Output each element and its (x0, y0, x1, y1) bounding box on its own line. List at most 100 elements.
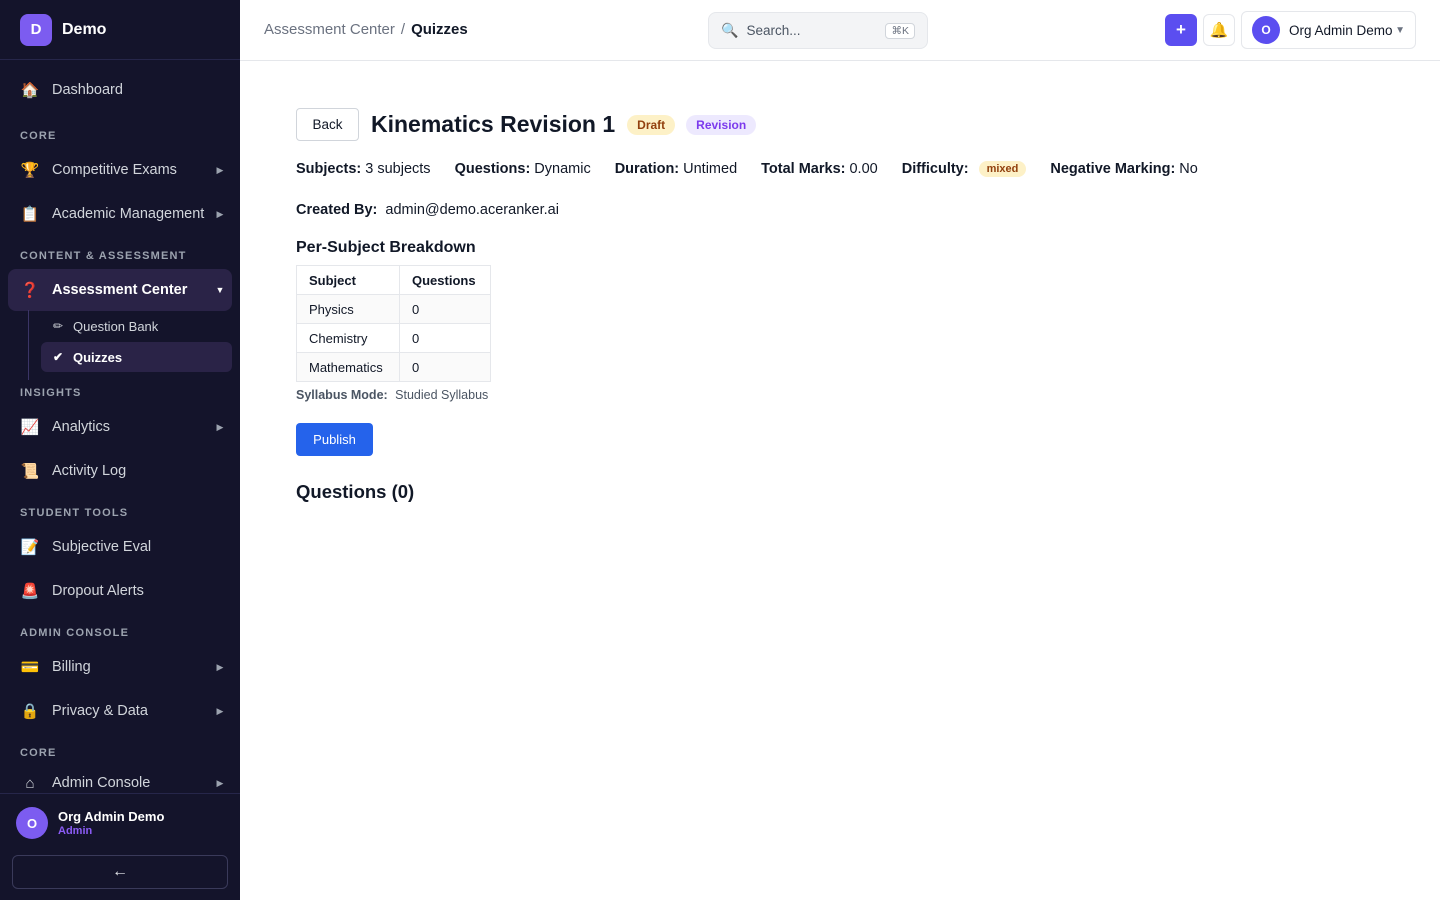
brand-name: Demo (62, 20, 107, 38)
sidebar-item-label: Dropout Alerts (52, 583, 144, 599)
syllabus-mode: Syllabus Mode: Studied Syllabus (296, 388, 488, 402)
section-label-insights: INSIGHTS (20, 387, 82, 399)
question-mark-icon: ❓ (20, 282, 40, 299)
sidebar-subitem-quizzes[interactable]: ✔ Quizzes (41, 342, 232, 372)
sidebar-item-label: Dashboard (52, 82, 123, 98)
section-label-core: CORE (20, 130, 57, 142)
sidebar-item-label: Admin Console (52, 775, 151, 791)
breadcrumb-item[interactable]: Assessment Center (264, 21, 395, 38)
clipboard-icon: 📋 (20, 206, 40, 223)
table-row: Chemistry 0 (296, 323, 491, 353)
section-label-admin-console: ADMIN CONSOLE (20, 627, 130, 639)
brand[interactable]: D Demo (0, 0, 240, 60)
chart-increasing-icon: 📈 (20, 419, 40, 436)
section-label-core-2: CORE (20, 747, 57, 759)
user-role: Admin (58, 825, 93, 837)
arrow-left-icon: ← (112, 863, 128, 880)
meta-value: 3 subjects (365, 161, 431, 177)
sidebar-item-dropout-alerts[interactable]: 🚨 Dropout Alerts (8, 570, 232, 612)
avatar: O (16, 807, 48, 839)
collapse-sidebar-button[interactable]: ← (12, 855, 228, 889)
pencil-icon: ✏ (52, 319, 64, 333)
chevron-right-icon: ▶ (216, 208, 224, 219)
avatar: O (1252, 16, 1280, 44)
sidebar-user[interactable]: O Org Admin Demo Admin (16, 807, 164, 839)
chevron-right-icon: ▶ (216, 777, 224, 788)
trophy-icon: 🏆 (20, 162, 40, 179)
syllabus-value: Studied Syllabus (395, 388, 489, 402)
sidebar-item-label: Analytics (52, 419, 111, 435)
status-badge: Draft (627, 114, 676, 135)
difficulty-badge: mixed (978, 161, 1027, 177)
page-title: Kinematics Revision 1 (371, 111, 616, 137)
search-shortcut: ⌘K (885, 22, 915, 39)
section-label-student-tools: STUDENT TOOLS (20, 507, 129, 519)
column-header: Questions (399, 265, 491, 295)
sidebar-item-label: Subjective Eval (52, 539, 152, 555)
sidebar-item-academic-management[interactable]: 📋 Academic Management ▶ (8, 193, 232, 235)
sidebar-item-admin-console[interactable]: ⌂ Admin Console ▶ (8, 762, 232, 793)
bell-icon: 🔔 (1209, 22, 1229, 39)
subject-cell: Physics (296, 294, 400, 324)
meta-label: Duration: (614, 161, 680, 177)
topbar: Assessment Center / Quizzes 🔍 Search... … (240, 0, 1440, 61)
search-placeholder: Search... (746, 23, 801, 38)
meta-negative-marking: Negative Marking: No (1050, 161, 1197, 177)
sidebar-item-activity-log[interactable]: 📜 Activity Log (8, 450, 232, 492)
chevron-right-icon: ▶ (216, 421, 224, 432)
meta-label: Difficulty: (901, 161, 969, 177)
sidebar-subitem-label: Question Bank (73, 318, 159, 334)
sidebar: D Demo 🏠 Dashboard CORE 🏆 Competitive Ex… (0, 0, 240, 900)
add-button[interactable]: + (1165, 14, 1197, 46)
questions-cell: 0 (399, 323, 491, 353)
created-by-label: Created By: (296, 202, 378, 218)
sidebar-item-label: Assessment Center (52, 282, 188, 298)
subject-cell: Chemistry (296, 323, 400, 353)
brand-logo: D (20, 13, 52, 46)
sidebar-footer: O Org Admin Demo Admin ← (0, 793, 240, 900)
account-name: Org Admin Demo (1289, 22, 1393, 38)
chevron-down-icon: ▼ (215, 285, 225, 295)
breadcrumb-current: Quizzes (411, 21, 468, 38)
meta-value: Dynamic (534, 161, 591, 177)
title-row: Back Kinematics Revision 1 Draft Revisio… (296, 108, 757, 141)
sidebar-item-competitive-exams[interactable]: 🏆 Competitive Exams ▶ (8, 149, 232, 191)
sidebar-subitem-question-bank[interactable]: ✏ Question Bank (41, 311, 232, 341)
search-box[interactable]: 🔍 Search... ⌘K (708, 12, 928, 49)
meta-questions: Questions: Dynamic (455, 161, 591, 177)
sidebar-item-label: Activity Log (52, 463, 127, 479)
notifications-button[interactable]: 🔔 (1203, 14, 1235, 46)
questions-cell: 0 (399, 294, 491, 324)
syllabus-label: Syllabus Mode: (296, 388, 388, 402)
meta-value: 0.00 (849, 161, 878, 177)
sidebar-item-billing[interactable]: 💳 Billing ▶ (8, 646, 232, 688)
table-row: Mathematics 0 (296, 352, 491, 382)
sidebar-item-subjective-eval[interactable]: 📝 Subjective Eval (8, 526, 232, 568)
sidebar-nav: 🏠 Dashboard CORE 🏆 Competitive Exams ▶ 📋… (0, 60, 240, 793)
table-row: Physics 0 (296, 294, 491, 324)
sidebar-item-assessment-center[interactable]: ❓ Assessment Center ▼ (8, 269, 232, 311)
created-by: Created By: admin@demo.aceranker.ai (296, 202, 559, 218)
meta-label: Negative Marking: (1050, 161, 1176, 177)
sidebar-item-analytics[interactable]: 📈 Analytics ▶ (8, 406, 232, 448)
meta-value: No (1179, 161, 1198, 177)
sidebar-item-privacy-data[interactable]: 🔒 Privacy & Data ▶ (8, 690, 232, 732)
meta-label: Total Marks: (761, 161, 846, 177)
memo-icon: 📝 (20, 539, 40, 556)
sidebar-item-dashboard[interactable]: 🏠 Dashboard (8, 69, 232, 111)
user-info: Org Admin Demo Admin (58, 809, 164, 837)
breadcrumb: Assessment Center / Quizzes (264, 21, 468, 38)
account-menu[interactable]: O Org Admin Demo ▼ (1241, 11, 1416, 49)
type-badge: Revision (686, 114, 757, 135)
sidebar-subitem-label: Quizzes (73, 349, 123, 365)
meta-subjects: Subjects: 3 subjects (296, 161, 431, 177)
publish-button[interactable]: Publish (296, 423, 373, 456)
siren-icon: 🚨 (20, 583, 40, 600)
meta-total-marks: Total Marks: 0.00 (761, 161, 878, 177)
lock-icon: 🔒 (20, 703, 40, 720)
breadcrumb-separator: / (400, 21, 406, 38)
back-button[interactable]: Back (296, 108, 359, 141)
column-header: Subject (296, 265, 400, 295)
quiz-meta: Subjects: 3 subjects Questions: Dynamic … (296, 161, 1222, 177)
sidebar-item-label: Billing (52, 659, 91, 675)
